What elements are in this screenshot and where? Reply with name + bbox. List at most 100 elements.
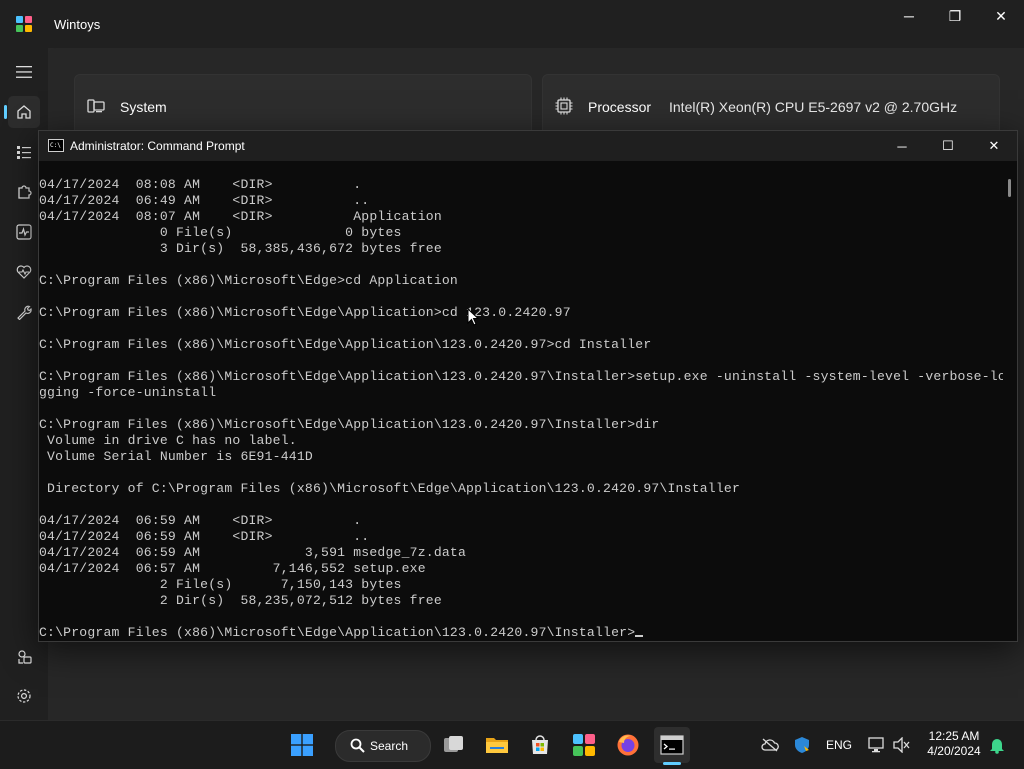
cmd-title: Administrator: Command Prompt (70, 139, 245, 153)
prompt-text: C:\Program Files (x86)\Microsoft\Edge\Ap… (39, 625, 636, 640)
microsoft-store-icon (532, 735, 548, 754)
notifications-button[interactable] (988, 735, 1006, 755)
command-prompt-window[interactable]: C:\ Administrator: Command Prompt ─ ☐ ✕ … (38, 130, 1018, 642)
processor-card[interactable]: Processor Intel(R) Xeon(R) CPU E5-2697 v… (542, 74, 1000, 136)
terminal-taskbar-button[interactable] (654, 727, 690, 765)
app-maximize-button[interactable]: ❐ (932, 0, 978, 32)
terminal-line: C:\Program Files (x86)\Microsoft\Edge\Ap… (39, 337, 652, 352)
app-titlebar: Wintoys ─ ❐ ✕ (0, 0, 1024, 48)
file-explorer-icon (486, 738, 508, 753)
wintoys-logo-icon (16, 16, 32, 32)
network-tray-button[interactable] (867, 735, 887, 755)
mouse-pointer-icon (467, 308, 479, 326)
terminal-line: 04/17/2024 08:07 AM <DIR> Application (39, 209, 442, 224)
volume-muted-icon (893, 737, 910, 753)
terminal-line: 0 File(s) 0 bytes (39, 225, 402, 240)
scroll-thumb[interactable] (1008, 179, 1011, 197)
notification-bell-icon (990, 739, 1004, 754)
system-card[interactable]: System (74, 74, 532, 136)
puzzle-icon (18, 185, 32, 199)
start-icon (291, 734, 313, 756)
terminal-line: C:\Program Files (x86)\Microsoft\Edge\Ap… (39, 417, 660, 432)
terminal-line: C:\Program Files (x86)\Microsoft\Edge>cd… (39, 273, 458, 288)
network-icon (868, 737, 884, 753)
terminal-icon (660, 735, 684, 755)
taskbar-search[interactable]: Search (335, 730, 431, 762)
search-icon (350, 738, 365, 753)
minimize-icon: ─ (897, 138, 907, 154)
home-icon (17, 105, 31, 119)
close-icon: ✕ (988, 138, 1000, 153)
nav-menu-button[interactable] (8, 56, 40, 88)
terminal-line: Volume in drive C has no label. (39, 433, 297, 448)
task-view-icon (444, 736, 463, 752)
firefox-button[interactable] (610, 727, 646, 763)
nav-home[interactable] (4, 96, 40, 128)
terminal-line: Directory of C:\Program Files (x86)\Micr… (39, 481, 741, 496)
cmd-maximize-button[interactable]: ☐ (925, 131, 971, 161)
settings-icon (17, 689, 31, 703)
terminal-line: C:\Program Files (x86)\Microsoft\Edge\Ap… (39, 369, 1003, 384)
taskbar-clock[interactable]: 12:25 AM 4/20/2024 (916, 729, 992, 759)
nav-performance[interactable] (8, 216, 40, 248)
services-icon (18, 650, 32, 664)
nav-tools[interactable] (8, 296, 40, 328)
wintoys-taskbar-button[interactable] (566, 727, 602, 763)
terminal-line: 3 Dir(s) 58,385,436,672 bytes free (39, 241, 442, 256)
terminal-line: 04/17/2024 06:49 AM <DIR> .. (39, 193, 370, 208)
search-label: Search (370, 739, 409, 753)
microsoft-store-button[interactable] (522, 727, 558, 763)
terminal-line: 04/17/2024 06:57 AM 7,146,552 setup.exe (39, 561, 426, 576)
cmd-minimize-button[interactable]: ─ (879, 131, 925, 161)
firefox-icon (617, 734, 639, 756)
performance-icon (16, 224, 32, 240)
terminal-output[interactable]: 04/17/2024 08:08 AM <DIR> . 04/17/2024 06… (39, 177, 1003, 641)
terminal-line: 04/17/2024 08:08 AM <DIR> . (39, 177, 362, 192)
prompt-line[interactable]: C:\Program Files (x86)\Microsoft\Edge\Ap… (39, 625, 1003, 641)
cmd-icon: C:\ (48, 139, 64, 152)
app-minimize-button[interactable]: ─ (886, 0, 932, 32)
cmd-close-button[interactable]: ✕ (971, 131, 1017, 161)
vertical-scrollbar[interactable] (1005, 161, 1015, 641)
terminal-line: 04/17/2024 06:59 AM 3,591 msedge_7z.data (39, 545, 467, 560)
app-title: Wintoys (54, 17, 101, 32)
terminal-line: C:\Program Files (x86)\Microsoft\Edge\Ap… (39, 305, 571, 320)
system-card-title: System (120, 99, 167, 115)
processor-card-title: Processor (588, 99, 652, 115)
windows-security-icon (795, 737, 809, 753)
nav-settings[interactable] (8, 680, 40, 712)
file-explorer-button[interactable] (479, 727, 515, 763)
terminal-line: 04/17/2024 06:59 AM <DIR> . (39, 513, 362, 528)
security-tray-button[interactable] (792, 735, 812, 755)
start-button[interactable] (284, 727, 320, 763)
terminal-line: 2 File(s) 7,150,143 bytes (39, 577, 402, 592)
health-icon (16, 265, 32, 279)
clock-date: 4/20/2024 (927, 744, 981, 758)
maximize-icon: ☐ (942, 138, 954, 153)
terminal-line: 04/17/2024 06:59 AM <DIR> .. (39, 529, 370, 544)
minimize-icon: ─ (904, 8, 914, 24)
cloud-offline-icon (761, 738, 779, 752)
task-view-button[interactable] (436, 727, 472, 763)
onedrive-tray-button[interactable] (760, 735, 780, 755)
clock-time: 12:25 AM (928, 729, 980, 743)
processor-icon (555, 97, 573, 115)
nav-services[interactable] (8, 640, 40, 672)
cmd-titlebar[interactable]: C:\ Administrator: Command Prompt ─ ☐ ✕ (39, 131, 1017, 161)
nav-extensions[interactable] (8, 176, 40, 208)
app-close-button[interactable]: ✕ (978, 0, 1024, 32)
close-icon: ✕ (995, 7, 1007, 24)
volume-tray-button[interactable] (892, 735, 912, 755)
terminal-line: Volume Serial Number is 6E91-441D (39, 449, 313, 464)
nav-health[interactable] (8, 256, 40, 288)
language-indicator[interactable]: ENG (824, 735, 854, 755)
text-cursor (635, 635, 644, 637)
nav-apps[interactable] (8, 136, 40, 168)
system-icon (87, 99, 105, 113)
